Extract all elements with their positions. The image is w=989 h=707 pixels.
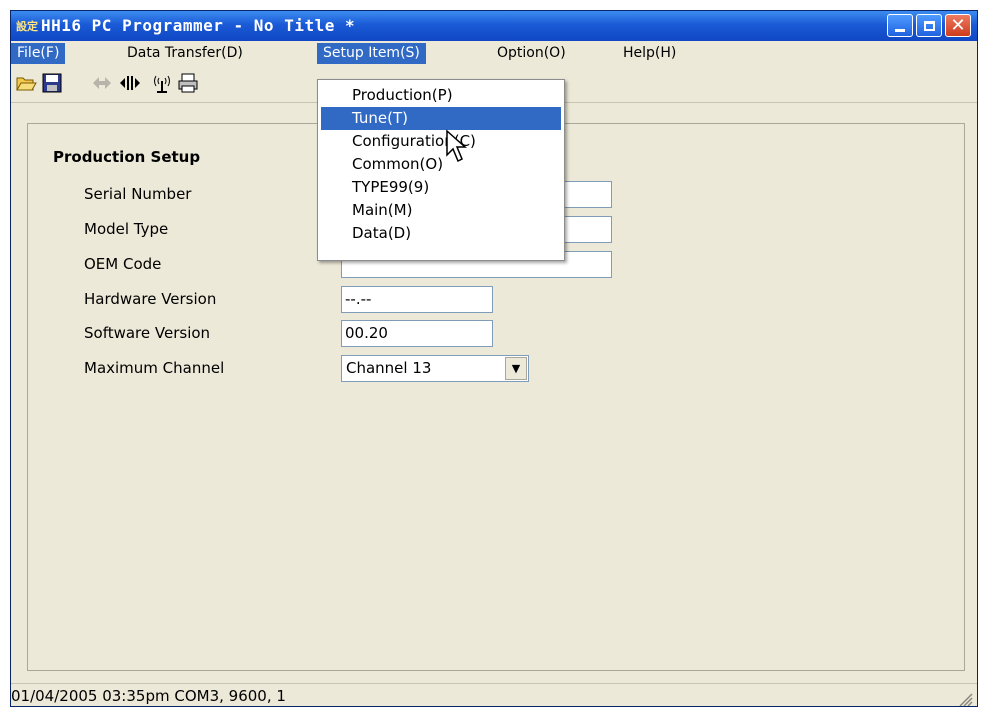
section-title: Production Setup (53, 148, 201, 166)
resize-grip-icon[interactable] (957, 691, 973, 707)
setup-item-dropdown: Production(P) Tune(T) Configuration(C) C… (317, 79, 565, 261)
chevron-down-icon[interactable]: ▼ (505, 357, 527, 380)
transfer-icon[interactable] (119, 72, 141, 94)
maximize-button[interactable] (916, 14, 942, 37)
close-icon: ✕ (950, 14, 966, 36)
status-text: 01/04/2005 03:35pm COM3, 9600, 1 (11, 687, 286, 705)
save-icon[interactable] (41, 72, 63, 94)
title-bar[interactable]: 設定 HH16 PC Programmer - No Title * ✕ (11, 11, 977, 41)
menu-data-transfer[interactable]: Data Transfer(D) (121, 43, 249, 64)
menu-bar: File(F) Data Transfer(D) Setup Item(S) O… (11, 41, 977, 66)
menu-setup-item[interactable]: Setup Item(S) (317, 43, 426, 64)
mouse-cursor-icon (446, 129, 467, 163)
software-version-label: Software Version (84, 324, 211, 342)
menu-option[interactable]: Option(O) (491, 43, 572, 64)
close-button[interactable]: ✕ (945, 14, 971, 37)
max-channel-label: Maximum Channel (84, 359, 225, 377)
printer-icon[interactable] (177, 72, 199, 94)
menu-item-tune[interactable]: Tune(T) (321, 107, 561, 130)
serial-number-label: Serial Number (84, 185, 192, 203)
app-icon: 設定 (16, 20, 38, 33)
app-window: 設定 HH16 PC Programmer - No Title * ✕ Fil… (10, 10, 978, 707)
software-version-field[interactable]: 00.20 (341, 320, 493, 347)
model-type-label: Model Type (84, 220, 169, 238)
status-bar: 01/04/2005 03:35pm COM3, 9600, 1 (11, 683, 977, 707)
menu-file[interactable]: File(F) (11, 43, 66, 64)
maximize-icon (923, 20, 935, 31)
menu-item-configuration[interactable]: Configuration(C) (321, 130, 561, 153)
menu-help[interactable]: Help(H) (617, 43, 682, 64)
radio-icon[interactable] (151, 72, 173, 94)
menu-item-data[interactable]: Data(D) (321, 222, 561, 245)
max-channel-value: Channel 13 (346, 359, 432, 377)
menu-item-production[interactable]: Production(P) (321, 84, 561, 107)
hardware-version-field[interactable]: --.-- (341, 286, 493, 313)
minimize-icon (895, 28, 905, 32)
arrow-icon (91, 72, 113, 94)
menu-item-main[interactable]: Main(M) (321, 199, 561, 222)
oem-code-label: OEM Code (84, 255, 162, 273)
hardware-version-label: Hardware Version (84, 290, 217, 308)
max-channel-select[interactable]: Channel 13 ▼ (341, 355, 529, 382)
open-folder-icon[interactable] (15, 72, 37, 94)
minimize-button[interactable] (887, 14, 913, 37)
window-title: HH16 PC Programmer - No Title * (41, 16, 356, 35)
menu-item-common[interactable]: Common(O) (321, 153, 561, 176)
menu-item-type99[interactable]: TYPE99(9) (321, 176, 561, 199)
